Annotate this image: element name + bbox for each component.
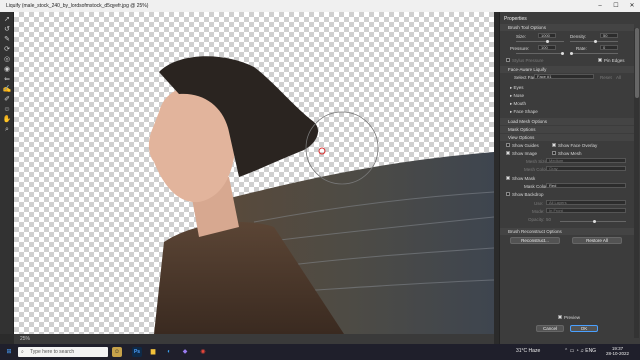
pressure-input[interactable]: 100	[538, 45, 556, 50]
preview-checkbox[interactable]	[558, 315, 562, 319]
twirl-clockwise-tool-icon[interactable]: ⟳	[2, 46, 12, 54]
opacity-label: Opacity:	[528, 217, 545, 222]
pin-edges-checkbox[interactable]	[598, 58, 602, 62]
opacity-slider[interactable]	[560, 220, 626, 223]
freeze-mask-tool-icon[interactable]: ✍	[2, 86, 12, 94]
minimize-button[interactable]: –	[592, 0, 608, 12]
section-load-mesh-options[interactable]: Load Mesh Options	[500, 118, 634, 125]
size-input[interactable]: 1000	[538, 33, 556, 38]
mesh-color-dropdown[interactable]: Gray	[546, 166, 626, 171]
ok-button[interactable]: OK	[570, 325, 598, 332]
opacity-value[interactable]: 50	[546, 217, 551, 222]
mode-dropdown[interactable]: In Front	[546, 208, 626, 213]
show-backdrop-checkbox[interactable]	[506, 192, 510, 196]
brush-cursor-center	[318, 147, 326, 155]
stylus-pressure-checkbox[interactable]	[506, 58, 510, 62]
pressure-slider[interactable]	[516, 52, 564, 55]
face-tool-icon[interactable]: ☺	[2, 106, 12, 114]
zoom-tool-icon[interactable]: ⌕	[2, 126, 12, 134]
zoom-level[interactable]: 25%	[20, 336, 30, 342]
close-button[interactable]: ✕	[624, 0, 640, 12]
panel-title: Properties	[504, 16, 527, 22]
show-guides-label: Show Guides	[512, 143, 539, 148]
section-brush-reconstruct-options[interactable]: Brush Reconstruct Options	[500, 228, 634, 235]
show-image-checkbox[interactable]	[506, 151, 510, 155]
show-image-label: Show Image	[512, 151, 538, 156]
pin-edges-label: Pin Edges	[604, 58, 625, 63]
size-slider[interactable]	[516, 40, 564, 43]
canvas-image[interactable]	[14, 12, 494, 334]
pucker-tool-icon[interactable]: ◎	[2, 56, 12, 64]
cancel-button[interactable]: Cancel	[536, 325, 564, 332]
hand-tool-icon[interactable]: ✋	[2, 116, 12, 124]
mesh-size-dropdown[interactable]: Medium	[546, 158, 626, 163]
reset-button[interactable]: Reset	[600, 75, 612, 80]
preview-label: Preview	[564, 315, 581, 320]
restore-all-button[interactable]: Restore All	[572, 237, 622, 244]
panel-scrollbar[interactable]	[634, 28, 639, 338]
pressure-label: Pressure:	[510, 46, 530, 51]
show-face-overlay-checkbox[interactable]	[552, 143, 556, 147]
size-label: Size:	[516, 34, 527, 39]
face-item-face-shape[interactable]: ▸ Face Shape	[510, 109, 538, 115]
use-label: Use:	[534, 201, 544, 206]
taskbar-app-person-icon[interactable]: ☺	[112, 347, 122, 357]
status-bar: 25%	[14, 334, 494, 344]
show-guides-checkbox[interactable]	[506, 143, 510, 147]
push-left-tool-icon[interactable]: ⇐	[2, 76, 12, 84]
density-slider[interactable]	[570, 40, 618, 43]
section-brush-tool-options[interactable]: Brush Tool Options	[500, 24, 634, 31]
mesh-size-label: Mesh Size:	[526, 159, 549, 164]
show-face-overlay-label: Show Face Overlay	[558, 143, 598, 148]
properties-panel: Properties Brush Tool Options Size: 1000…	[499, 12, 640, 344]
show-mesh-label: Show Mesh	[558, 151, 582, 156]
windows-start-icon[interactable]: ⊞	[4, 347, 14, 357]
thaw-mask-tool-icon[interactable]: ✐	[2, 96, 12, 104]
show-backdrop-label: Show Backdrop	[512, 192, 544, 197]
reconstruct-button[interactable]: Reconstruct...	[510, 237, 560, 244]
liquify-toolbar: ➚ ↺ ✎ ⟳ ◎ ◉ ⇐ ✍ ✐ ☺ ✋ ⌕	[0, 12, 14, 334]
bloat-tool-icon[interactable]: ◉	[2, 66, 12, 74]
rate-label: Rate:	[576, 46, 587, 51]
mask-color-label: Mask Color:	[524, 184, 549, 189]
face-item-mouth[interactable]: ▸ Mouth	[510, 101, 526, 107]
store-icon[interactable]: ◆	[180, 347, 190, 357]
mode-label: Mode:	[532, 209, 545, 214]
section-mask-options[interactable]: Mask Options	[500, 126, 634, 133]
forward-warp-tool-icon[interactable]: ➚	[2, 16, 12, 24]
clock[interactable]: 19:37 28-10-2022	[606, 346, 629, 356]
chrome-icon[interactable]: ◉	[198, 347, 208, 357]
photoshop-icon[interactable]: Ps	[132, 347, 142, 357]
density-input[interactable]: 50	[600, 33, 618, 38]
use-dropdown[interactable]: All Layers	[546, 200, 626, 205]
density-label: Density:	[570, 34, 587, 39]
stylus-pressure-label: Stylus Pressure	[512, 58, 544, 63]
face-item-eyes[interactable]: ▸ Eyes	[510, 85, 524, 91]
section-view-options[interactable]: View Options	[500, 134, 634, 141]
show-mask-checkbox[interactable]	[506, 176, 510, 180]
smooth-tool-icon[interactable]: ✎	[2, 36, 12, 44]
window-title-bar: Liquify (male_stock_240_by_lordsofmstock…	[0, 0, 640, 12]
weather-status[interactable]: 31°C Haze	[516, 348, 540, 354]
select-face-dropdown[interactable]: Face #1	[534, 74, 594, 79]
rate-input[interactable]: 0	[600, 45, 618, 50]
mesh-color-label: Mesh Color:	[524, 167, 549, 172]
all-button[interactable]: All	[616, 75, 621, 80]
scrollbar-thumb[interactable]	[634, 28, 639, 98]
show-mesh-checkbox[interactable]	[552, 151, 556, 155]
taskbar-search-input[interactable]: ⌕ Type here to search	[18, 347, 108, 357]
section-face-aware-liquify[interactable]: Face-Aware Liquify	[500, 66, 634, 73]
window-title: Liquify (male_stock_240_by_lordsofmstock…	[6, 3, 149, 9]
maximize-button[interactable]: ☐	[608, 0, 624, 12]
show-mask-label: Show Mask	[512, 176, 536, 181]
edge-browser-icon[interactable]: ◐	[164, 347, 174, 357]
face-item-nose[interactable]: ▸ Nose	[510, 93, 524, 99]
rate-slider[interactable]	[570, 52, 618, 55]
mask-color-dropdown[interactable]: Red	[546, 183, 626, 188]
system-tray-icons[interactable]: ⌃ ▭ ◔ ♫ ENG	[564, 348, 596, 354]
file-explorer-icon[interactable]: ▆	[148, 347, 158, 357]
windows-taskbar: ⊞ ⌕ Type here to search ☺ Ps ▆ ◐ ◆ ◉ 31°…	[0, 344, 640, 360]
search-icon: ⌕	[21, 349, 24, 355]
reconstruct-tool-icon[interactable]: ↺	[2, 26, 12, 34]
